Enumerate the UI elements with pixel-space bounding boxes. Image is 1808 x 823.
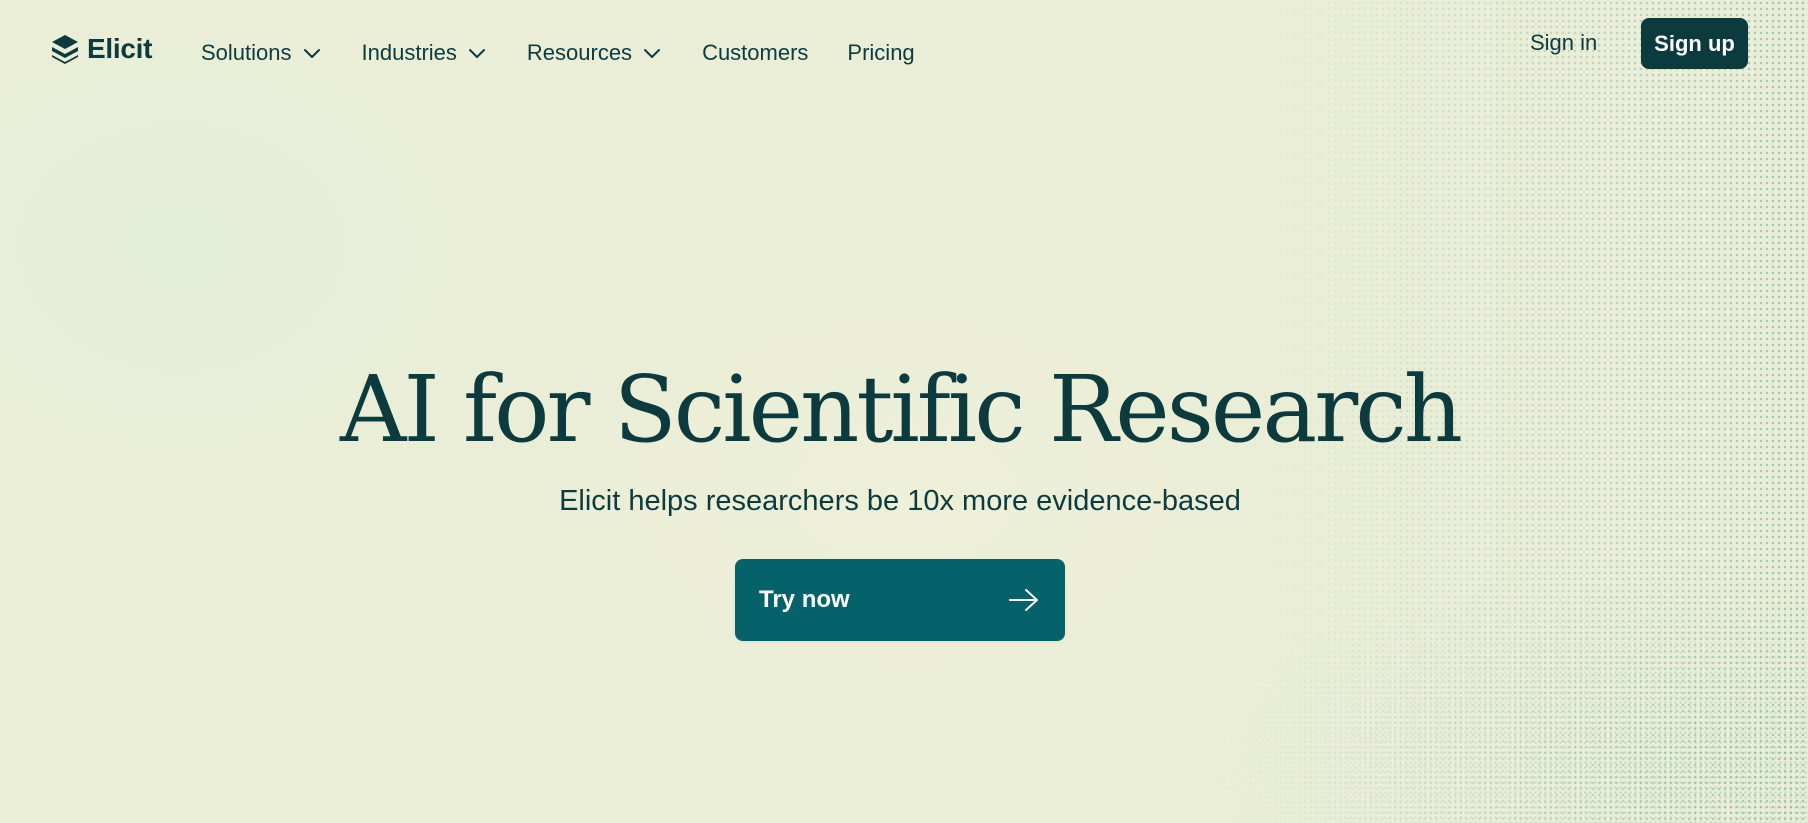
nav-item-resources[interactable]: Resources xyxy=(527,40,662,66)
nav-item-label: Resources xyxy=(526,40,633,65)
stacked-layers-logo-icon xyxy=(52,35,78,64)
arrow-right-icon xyxy=(1009,589,1038,611)
top-navigation: Elicit Solutions Industries Resources Cu… xyxy=(0,0,1808,92)
chevron-down-icon xyxy=(468,49,485,58)
sign-in-link[interactable]: Sign in xyxy=(1530,30,1597,56)
nav-item-industries[interactable]: Industries xyxy=(362,40,487,66)
nav-item-solutions[interactable]: Solutions xyxy=(201,40,322,66)
chevron-down-icon xyxy=(303,49,320,58)
nav-item-pricing[interactable]: Pricing xyxy=(847,40,914,66)
dot-pattern-decoration-bottom xyxy=(1188,560,1808,823)
chevron-down-icon xyxy=(644,49,661,58)
nav-item-label: Customers xyxy=(702,40,809,65)
brand-name: Elicit xyxy=(87,33,153,64)
nav-item-customers[interactable]: Customers xyxy=(702,40,808,66)
hero-subtitle: Elicit helps researchers be 10x more evi… xyxy=(559,485,1241,517)
nav-menu: Solutions Industries Resources Customers… xyxy=(201,40,954,66)
try-now-button[interactable]: Try now xyxy=(735,559,1065,641)
nav-item-label: Solutions xyxy=(201,40,292,65)
hero-title: AI for Scientific Research xyxy=(340,356,1463,463)
nav-item-label: Industries xyxy=(361,40,457,65)
sign-up-button[interactable]: Sign up xyxy=(1641,18,1748,69)
try-now-label: Try now xyxy=(759,586,850,613)
logo-link[interactable]: Elicit xyxy=(51,34,152,64)
nav-item-label: Pricing xyxy=(847,40,915,65)
